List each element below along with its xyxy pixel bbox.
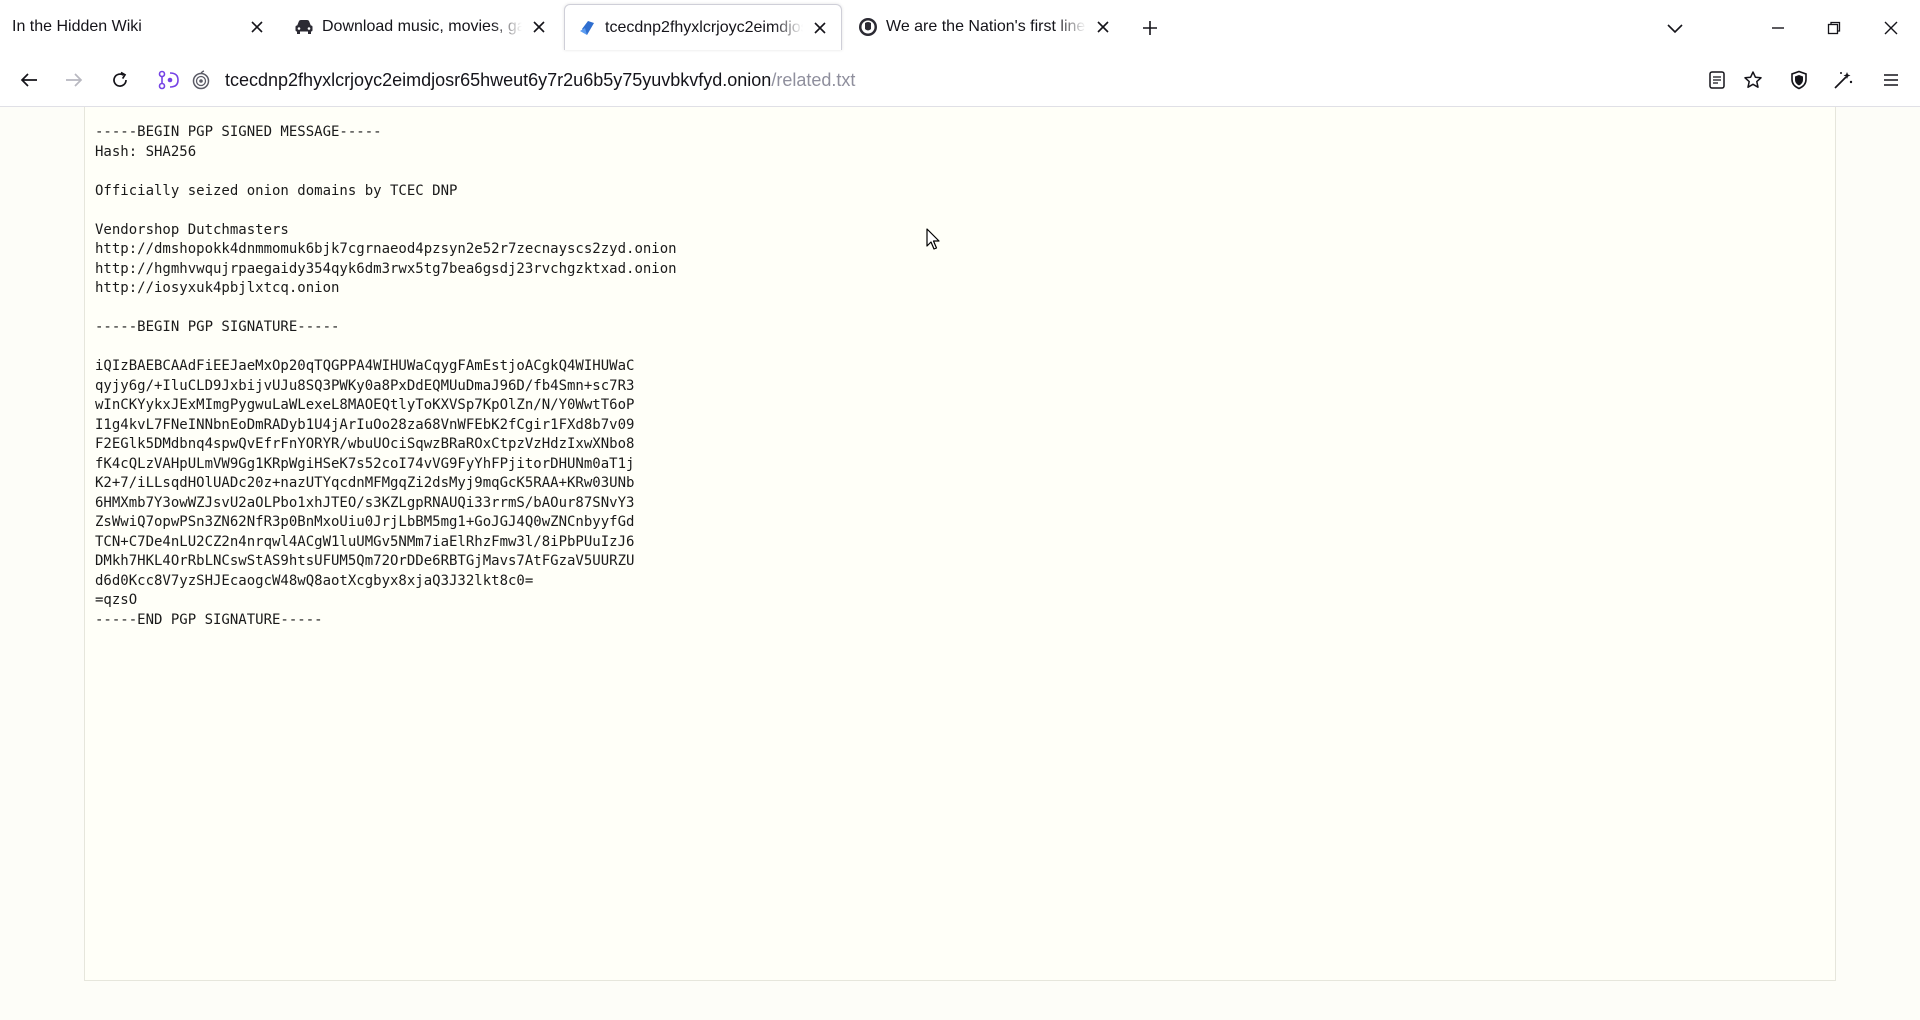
tor-circuit-button[interactable] (153, 64, 185, 96)
text-line: I1g4kvL7FNeINNbnEoDmRADyb1U4jArIuOo28za6… (95, 416, 635, 433)
text-line: -----END PGP SIGNATURE----- (95, 611, 323, 628)
seal-icon (858, 17, 878, 37)
text-line: fK4cQLzVAHpULmVW9Gg1KRpWgiHSeK7s52coI74v… (95, 455, 635, 472)
text-line: K2+7/iLLsqdHOlUADc20z+nazUTYqcdnMFMgqZi2… (95, 475, 635, 491)
text-line: Vendorshop Dutchmasters (95, 221, 289, 238)
back-button[interactable] (13, 64, 45, 96)
tab-related-txt[interactable]: tcecdnp2fhyxlcrjoyc2eimdjosr65hweut6y7r2… (564, 4, 842, 50)
list-all-tabs-button[interactable] (1661, 14, 1689, 42)
tab-download-music[interactable]: Download music, movies, games (282, 4, 560, 50)
text-line: TCN+C7De4nLU2CZ2n4nrqwl4ACgW1luUMGv5NMm7… (95, 533, 635, 550)
text-line: =qzsO (95, 592, 138, 608)
text-line: qyjy6g/+IluCLD9JxbijvUJu8SQ3PWKy0a8PxDdE… (95, 377, 635, 394)
tab-title: We are the Nation's first line of defens… (886, 18, 1086, 35)
forward-icon (64, 71, 84, 89)
tab-hidden-wiki[interactable]: In the Hidden Wiki (0, 4, 278, 50)
new-tab-button[interactable] (1136, 14, 1164, 42)
text-line: http://hgmhvwqujrpaegaidy354qyk6dm3rwx5t… (95, 260, 677, 277)
security-level-button[interactable] (1783, 64, 1815, 96)
text-line: ZsWwiQ7opwPSn3ZN62NfR3p0BnMxoUiu0JrjLbBM… (95, 514, 635, 530)
reload-button[interactable] (104, 64, 136, 96)
text-line: 6HMXmb7Y3owWZJsvU2aOLPbo1xhJTEO/s3KZLgpR… (95, 494, 635, 511)
close-window-button[interactable] (1877, 14, 1905, 42)
url-host: tcecdnp2fhyxlcrjoyc2eimdjosr65hweut6y7r2… (225, 69, 772, 90)
text-line: F2EGlk5DMdbnq4spwQvEfrFnYORYR/wbuUOciSqw… (95, 436, 635, 452)
extensions-button[interactable] (1827, 64, 1859, 96)
tab-title: In the Hidden Wiki (12, 18, 142, 35)
tab-nations-first-line[interactable]: We are the Nation's first line of defens… (846, 4, 1124, 50)
onion-site-info-button[interactable] (188, 64, 214, 96)
bookmark-button[interactable] (1737, 64, 1769, 96)
address-bar[interactable]: tcecdnp2fhyxlcrjoyc2eimdjosr65hweut6y7r2… (225, 64, 1705, 96)
text-line: d6d0Kcc8V7yzSHJEcaogcW48wQ8aotXcgbyx8xja… (95, 572, 534, 589)
close-icon[interactable] (1092, 16, 1114, 38)
restore-button[interactable] (1820, 14, 1848, 42)
onion-icon (192, 70, 210, 90)
reader-view-icon (1708, 70, 1726, 90)
document-text: -----BEGIN PGP SIGNED MESSAGE----- Hash: … (95, 123, 677, 630)
close-icon[interactable] (246, 16, 268, 38)
text-line: http://dmshopokk4dnmmomuk6bjk7cgrnaeod4p… (95, 241, 677, 257)
tor-circuit-icon (158, 70, 180, 90)
app-menu-button[interactable] (1875, 64, 1907, 96)
mouse-cursor-icon (926, 228, 942, 252)
tab-strip: In the Hidden Wiki Download music, movie… (0, 0, 1920, 54)
text-line: DMkh7HKL4OrRbLNCswStAS9htsUFUM5Qm72OrDDe… (95, 553, 635, 569)
tab-title: tcecdnp2fhyxlcrjoyc2eimdjosr65hweut6y7r2… (605, 18, 803, 36)
navigation-toolbar: tcecdnp2fhyxlcrjoyc2eimdjosr65hweut6y7r2… (0, 54, 1920, 107)
text-line: Officially seized onion domains by TCEC … (95, 182, 458, 199)
text-line: -----BEGIN PGP SIGNED MESSAGE----- (95, 124, 382, 140)
minimize-button[interactable] (1764, 14, 1792, 42)
shield-icon (1790, 70, 1808, 90)
file-icon (577, 18, 597, 38)
tab-title: Download music, movies, games (322, 18, 522, 35)
reload-icon (110, 70, 130, 90)
text-line: iQIzBAEBCAAdFiEEJaeMxOp20qTQGPPA4WIHUWaC… (95, 358, 635, 374)
reader-view-button[interactable] (1701, 64, 1733, 96)
text-line: http://iosyxuk4pbjlxtcq.onion (95, 280, 340, 296)
menu-icon (1882, 72, 1900, 88)
plain-text-document: -----BEGIN PGP SIGNED MESSAGE----- Hash: … (84, 107, 1836, 981)
car-icon (294, 17, 314, 37)
text-line: wInCKYykxJExMImgPygwuLaWLexeL8MAOEQtlyTo… (95, 397, 635, 413)
text-line: -----BEGIN PGP SIGNATURE----- (95, 319, 340, 335)
extensions-icon (1832, 70, 1854, 90)
url-path: /related.txt (771, 69, 856, 90)
bookmark-star-icon (1743, 70, 1763, 90)
forward-button[interactable] (58, 64, 90, 96)
close-icon[interactable] (528, 16, 550, 38)
back-icon (19, 71, 39, 89)
text-line: Hash: SHA256 (95, 143, 197, 160)
close-icon[interactable] (809, 17, 831, 39)
